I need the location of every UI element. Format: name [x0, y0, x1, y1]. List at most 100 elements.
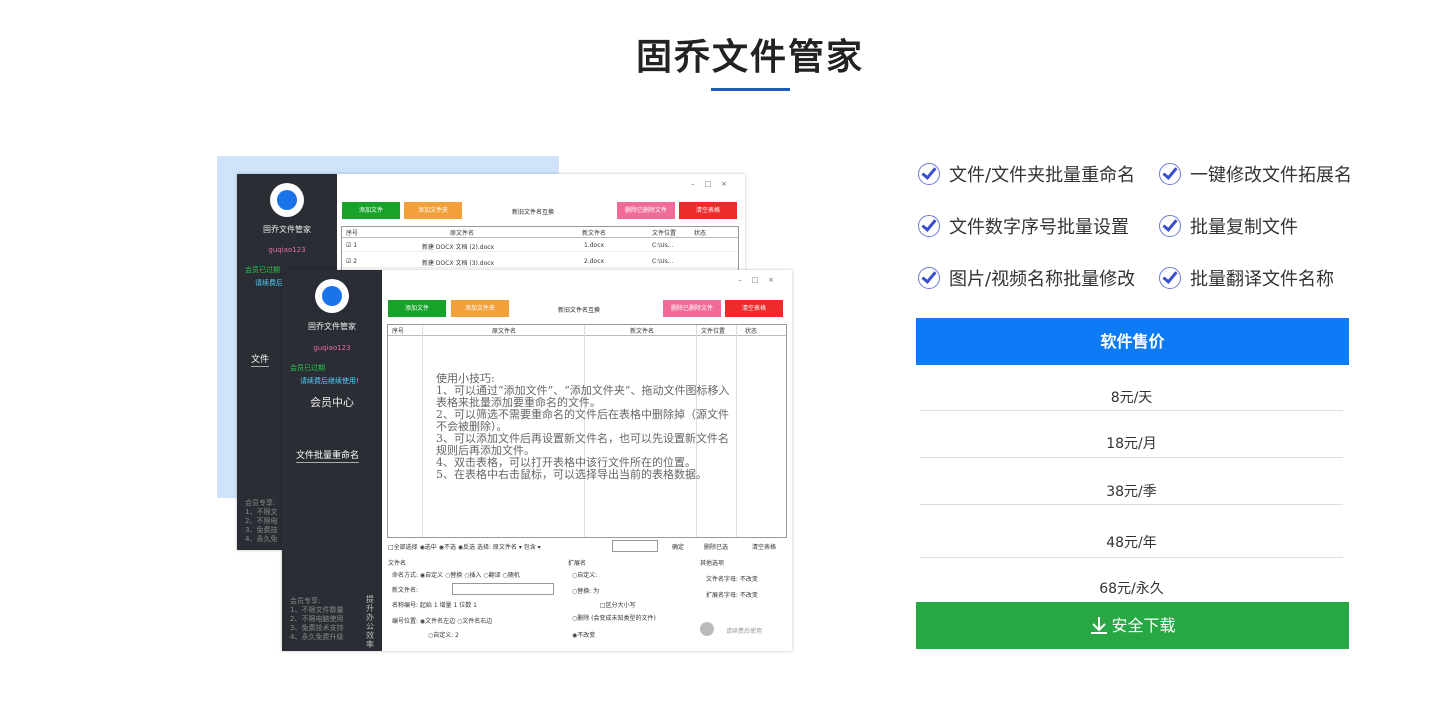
- ext-replace[interactable]: ○替换: 为: [572, 586, 599, 595]
- col-status: 状态: [745, 328, 758, 335]
- benefits-title: 会员专享:: [290, 597, 321, 605]
- benefit-item: 4、永久免: [245, 535, 278, 543]
- filename-case-select[interactable]: 文件名字母: 不改变: [706, 574, 758, 583]
- column-divider: [736, 325, 737, 537]
- confirm-button[interactable]: 确定: [672, 542, 684, 551]
- col-old-name: 原文件名: [492, 328, 517, 335]
- col-new-name: 新文件名: [630, 328, 655, 335]
- feature-item: 文件数字序号批量设置: [918, 215, 1129, 240]
- feature-item: 图片/视频名称批量修改: [918, 267, 1136, 292]
- sidebar-item-rename[interactable]: 文件批量重命名: [296, 448, 360, 463]
- feature-label: 文件/文件夹批量重命名: [949, 165, 1136, 186]
- custom-position[interactable]: ○自定义: 2: [428, 630, 459, 639]
- feature-label: 批量复制文件: [1190, 217, 1298, 238]
- benefit-item: 1、不限文: [245, 508, 278, 516]
- app-logo-icon: [315, 279, 349, 313]
- price-divider: [920, 457, 1343, 458]
- add-file-button[interactable]: 添加文件: [342, 202, 400, 219]
- download-label: 安全下载: [1111, 616, 1176, 635]
- table-row[interactable]: ☑ 2 新建 DOCX 文档 (3).docx 2.docx C:\Us...: [342, 255, 738, 268]
- number-position[interactable]: 编号位置: ◉文件名左边 ○文件名右边: [392, 616, 492, 625]
- check-icon: [918, 163, 940, 185]
- add-folder-button[interactable]: 添加文件夹: [451, 300, 509, 317]
- sidebar-item-rename[interactable]: 文件: [251, 352, 270, 367]
- col-new-name: 新文件名: [582, 230, 607, 237]
- selection-bar[interactable]: □全部选择 ◉选中 ◉不选 ◉反选 选择: 原文件名 ▾ 包含 ▾: [388, 542, 541, 551]
- price-divider: [920, 557, 1343, 558]
- benefit-item: 4、永久免费升级: [290, 633, 344, 641]
- check-icon: [918, 215, 940, 237]
- title-underline: [711, 88, 790, 91]
- delete-done-button[interactable]: 删除已删除文件: [617, 202, 675, 219]
- cell-new-name: 2.docx: [584, 258, 605, 265]
- col-no: 序号: [346, 230, 359, 237]
- add-file-button[interactable]: 添加文件: [388, 300, 446, 317]
- price-item: 38元/季: [1106, 484, 1157, 500]
- case-sensitive-checkbox[interactable]: □区分大小写: [600, 600, 636, 609]
- benefit-item: 3、免费技: [245, 526, 278, 534]
- feature-item: 一键修改文件拓展名: [1159, 163, 1352, 188]
- member-status: 会员已过期: [290, 364, 325, 372]
- renew-use-button[interactable]: 请续费后使用: [726, 626, 762, 635]
- clear-table-small-button[interactable]: 清空表格: [752, 542, 776, 551]
- swap-names-button[interactable]: 新旧文件名互换: [512, 207, 554, 216]
- ext-delete[interactable]: ○删除 (会变成未知类型的文件): [572, 613, 656, 622]
- window-controls[interactable]: –□×: [691, 180, 737, 188]
- naming-mode[interactable]: 命名方式: ◉自定义 ○替换 ○插入 ○翻译 ○随机: [392, 570, 520, 579]
- col-status: 状态: [694, 230, 707, 237]
- member-benefits: 会员专享: 1、不限文 2、不限电 3、免费技 4、永久免: [245, 499, 277, 544]
- new-filename-input[interactable]: [452, 583, 554, 595]
- product-screenshot: 固乔文件管家 guqiao123 会员已过期 请续费后 文件 会员专享: 1、不…: [217, 156, 797, 656]
- cell-no: 2: [353, 258, 358, 265]
- table-row[interactable]: ☑ 1 新建 DOCX 文档 (2).docx 1.docx C:\Us...: [342, 239, 738, 252]
- check-icon: [918, 267, 940, 289]
- ext-case-select[interactable]: 扩展名字母: 不改变: [706, 590, 758, 599]
- col-old-name: 原文件名: [450, 230, 475, 237]
- file-table[interactable]: 序号 原文件名 新文件名 文件位置 状态 使用小技巧: 1、可以通过“添加文件”…: [387, 324, 787, 538]
- price-divider: [920, 504, 1343, 505]
- clear-table-button[interactable]: 清空表格: [679, 202, 737, 219]
- cell-no: 1: [353, 242, 358, 249]
- numbering-row[interactable]: 名称编号: 起始 1 增量 1 位数 1: [392, 600, 477, 609]
- feature-item: 批量复制文件: [1159, 215, 1298, 240]
- col-location: 文件位置: [652, 230, 677, 237]
- section-extension: 扩展名: [568, 560, 587, 567]
- col-location: 文件位置: [701, 328, 726, 335]
- cell-new-name: 1.docx: [584, 242, 605, 249]
- app-name: 固乔文件管家: [308, 322, 356, 331]
- col-no: 序号: [392, 328, 405, 335]
- filter-input[interactable]: [612, 540, 658, 552]
- download-button[interactable]: 安全下载: [916, 602, 1349, 649]
- new-filename-label: 新文件名:: [392, 587, 419, 594]
- delete-done-button[interactable]: 删除已删除文件: [663, 300, 721, 317]
- price-item: 18元/月: [1106, 436, 1157, 452]
- vertical-slogan: 提升办公效率: [366, 595, 374, 649]
- check-circle-icon: [700, 622, 714, 636]
- swap-names-button[interactable]: 新旧文件名互换: [558, 305, 600, 314]
- app-sidebar: 固乔文件管家 guqiao123 会员已过期 请续费后继续使用! 会员中心 文件…: [282, 270, 382, 651]
- app-logo-icon: [270, 183, 304, 217]
- add-folder-button[interactable]: 添加文件夹: [404, 202, 462, 219]
- ext-keep[interactable]: ◉不改变: [572, 630, 595, 639]
- benefits-title: 会员专享:: [245, 499, 276, 507]
- ext-custom[interactable]: ○自定义:: [572, 570, 597, 579]
- member-center-link[interactable]: 会员中心: [282, 394, 382, 410]
- delete-selected-button[interactable]: 删除已选: [704, 542, 728, 551]
- check-icon: [1159, 267, 1181, 289]
- member-benefits: 会员专享: 1、不限文件数量 2、不限电脑使用 3、免费技术支持 4、永久免费升…: [290, 597, 343, 642]
- feature-label: 图片/视频名称批量修改: [949, 269, 1136, 290]
- price-divider: [920, 410, 1343, 411]
- app-name: 固乔文件管家: [263, 225, 311, 234]
- window-controls[interactable]: –□×: [738, 276, 784, 284]
- cell-location: C:\Us...: [652, 258, 674, 265]
- renew-hint: 请续费后继续使用!: [300, 377, 359, 385]
- download-icon: [1091, 616, 1108, 634]
- feature-item: 文件/文件夹批量重命名: [918, 163, 1136, 188]
- pricing-header: 软件售价: [916, 318, 1349, 365]
- check-icon: [1159, 163, 1181, 185]
- clear-table-button[interactable]: 清空表格: [725, 300, 783, 317]
- benefit-item: 2、不限电: [245, 517, 278, 525]
- usage-tips: 使用小技巧: 1、可以通过“添加文件”、“添加文件夹”、拖动文件图标移入表格来批…: [436, 372, 730, 481]
- section-other: 其他选项: [700, 560, 725, 567]
- price-item: 68元/永久: [1099, 581, 1164, 597]
